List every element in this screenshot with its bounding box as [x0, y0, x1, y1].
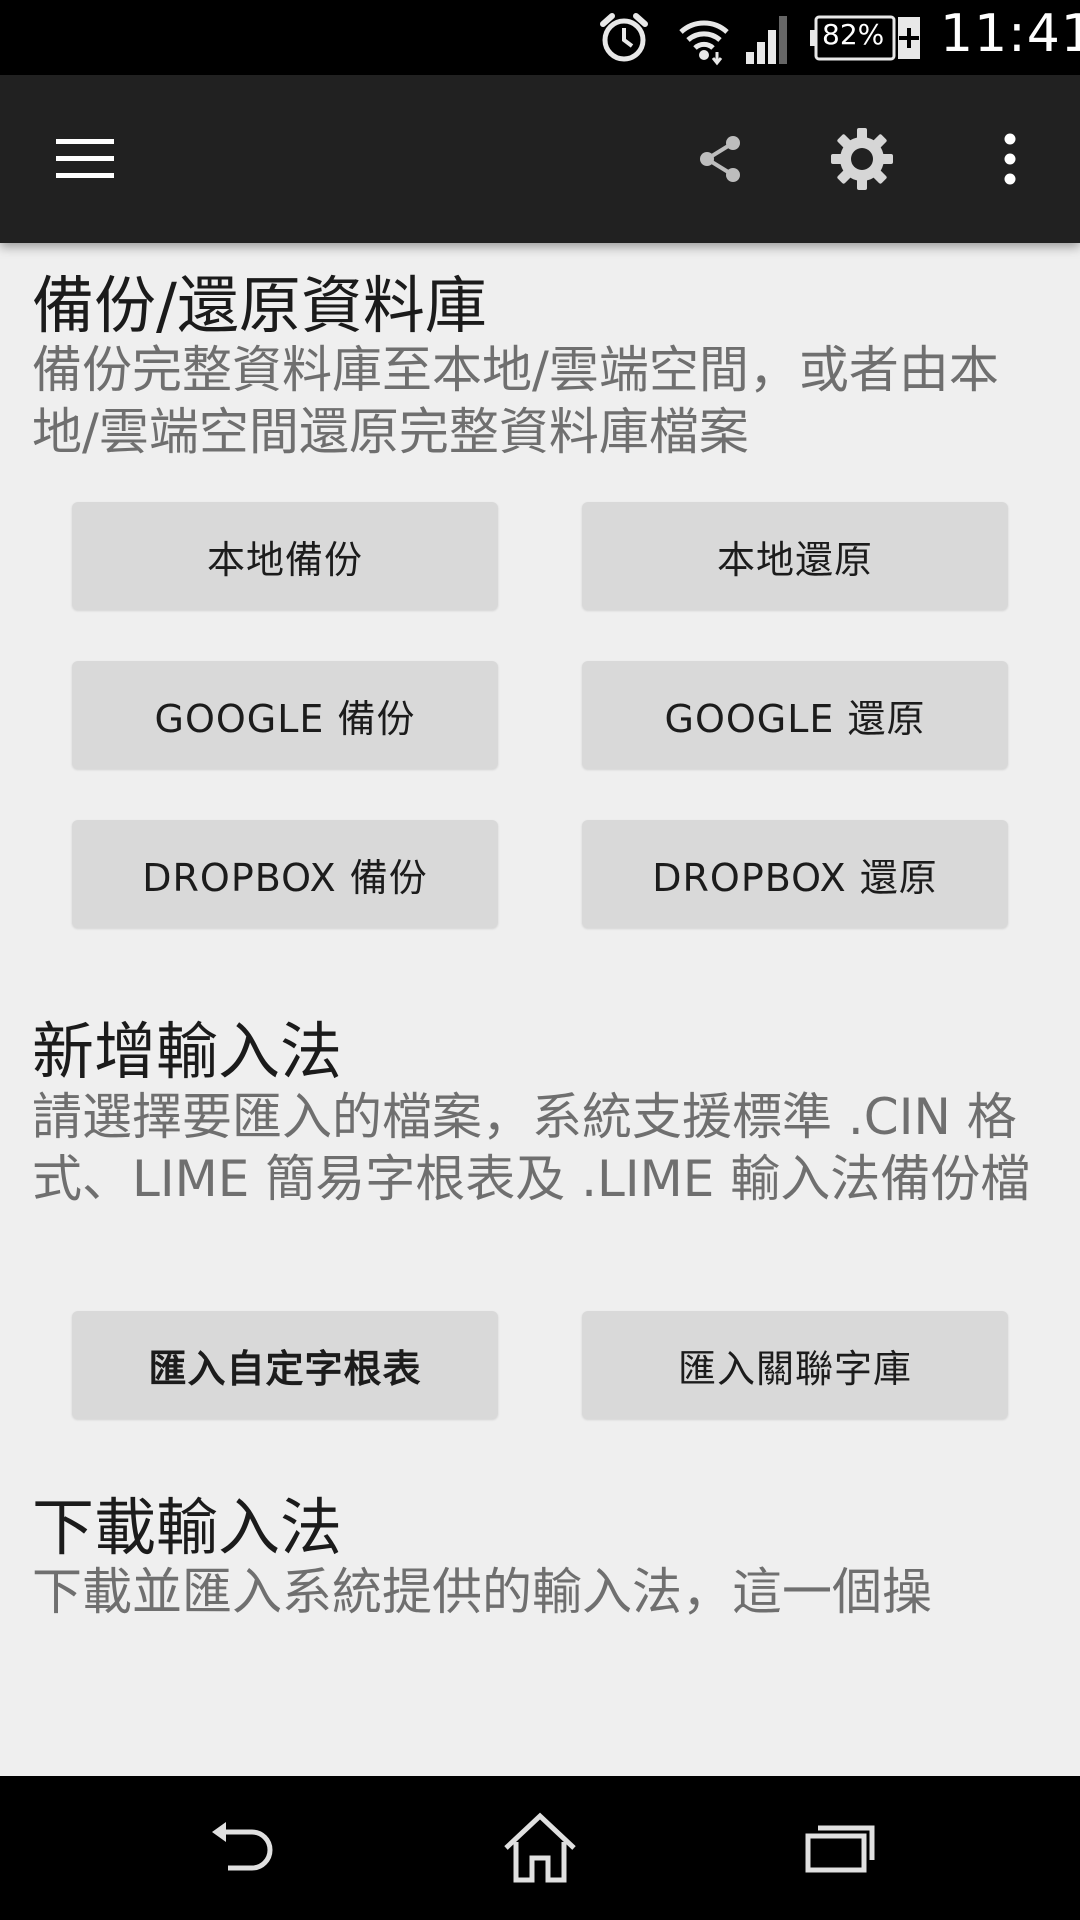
overflow-icon	[1004, 133, 1016, 185]
share-icon	[700, 136, 740, 182]
home-button[interactable]	[470, 1776, 610, 1920]
local-restore-button[interactable]: 本地還原	[582, 502, 1008, 610]
home-icon	[504, 1812, 576, 1883]
signal-icon	[746, 16, 787, 64]
app-bar	[0, 75, 1080, 243]
dropbox-backup-button[interactable]: DROPBOX 備份	[72, 820, 498, 928]
navigation-bar	[0, 1776, 1080, 1920]
overflow-menu-button[interactable]	[960, 75, 1060, 243]
download-ime-section-description: 下載並匯入系統提供的輸入法，這一個操	[32, 1563, 932, 1621]
settings-icon	[831, 128, 893, 190]
import-custom-table-button[interactable]: 匯入自定字根表	[72, 1311, 498, 1419]
import-related-words-button[interactable]: 匯入關聯字庫	[582, 1311, 1008, 1419]
dropbox-restore-button[interactable]: DROPBOX 還原	[582, 820, 1008, 928]
battery-percent: 82%	[822, 18, 885, 51]
recent-apps-button[interactable]	[770, 1776, 910, 1920]
wifi-icon	[679, 20, 729, 66]
menu-icon	[56, 139, 114, 178]
status-time: 11:41	[940, 4, 1080, 64]
back-icon	[212, 1822, 273, 1871]
backup-section-description: 備份完整資料庫至本地/雲端空間，或者由本地/雲端空間還原完整資料庫檔案	[32, 341, 999, 461]
download-ime-section-title: 下載輸入法	[32, 1491, 343, 1564]
status-bar: 82% 11:41	[0, 0, 1080, 75]
add-ime-section-description: 請選擇要匯入的檔案，系統支援標準 .CIN 格式、LIME 簡易字根表及 .LI…	[32, 1088, 1031, 1208]
google-backup-button[interactable]: GOOGLE 備份	[72, 661, 498, 769]
back-button[interactable]	[172, 1776, 312, 1920]
share-button[interactable]	[670, 75, 770, 243]
settings-button[interactable]	[812, 75, 912, 243]
menu-button[interactable]	[30, 75, 140, 243]
local-backup-button[interactable]: 本地備份	[72, 502, 498, 610]
recent-apps-icon	[805, 1825, 875, 1873]
backup-section-title: 備份/還原資料庫	[32, 269, 487, 342]
add-ime-section-title: 新增輸入法	[32, 1015, 343, 1088]
alarm-icon	[600, 13, 648, 62]
google-restore-button[interactable]: GOOGLE 還原	[582, 661, 1008, 769]
